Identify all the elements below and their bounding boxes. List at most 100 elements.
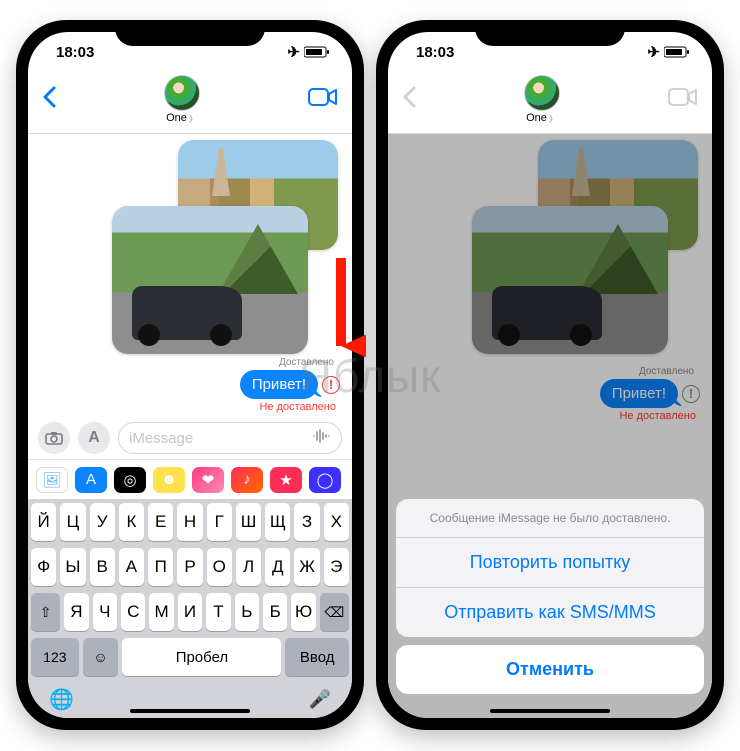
key-Я[interactable]: Я <box>64 593 88 631</box>
nav-bar: One 〉 <box>388 72 712 134</box>
key-У[interactable]: У <box>90 503 115 541</box>
status-time: 18:03 <box>416 44 454 61</box>
airplane-icon: ✈ <box>287 43 300 61</box>
delete-key[interactable]: ⌫ <box>320 593 349 631</box>
back-button[interactable] <box>42 86 56 113</box>
action-sheet: Сообщение iMessage не было доставлено. П… <box>388 499 712 718</box>
sent-photos[interactable] <box>128 140 338 351</box>
key-Н[interactable]: Н <box>177 503 202 541</box>
key-Э[interactable]: Э <box>324 548 349 586</box>
app-icon-1[interactable]: A <box>75 467 107 493</box>
facetime-button[interactable] <box>308 87 338 112</box>
key-Ч[interactable]: Ч <box>93 593 117 631</box>
app-icon-6[interactable]: ★ <box>270 467 302 493</box>
chevron-right-icon: 〉 <box>549 112 558 125</box>
key-Щ[interactable]: Щ <box>265 503 290 541</box>
notch <box>115 20 265 46</box>
contact-header[interactable]: One 〉 <box>56 75 308 125</box>
sheet-message: Сообщение iMessage не было доставлено. <box>396 499 704 538</box>
phone-right: 18:03 ✈ One 〉 <box>376 20 724 730</box>
status-icons: ✈ <box>287 43 330 61</box>
enter-key[interactable]: Ввод <box>285 638 349 676</box>
key-Е[interactable]: Е <box>148 503 173 541</box>
key-О[interactable]: О <box>207 548 232 586</box>
key-Г[interactable]: Г <box>207 503 232 541</box>
home-indicator[interactable] <box>130 709 250 713</box>
dictate-key[interactable]: 🎤 <box>309 689 331 710</box>
key-Р[interactable]: Р <box>177 548 202 586</box>
key-В[interactable]: В <box>90 548 115 586</box>
key-И[interactable]: И <box>178 593 202 631</box>
app-icon-5[interactable]: ♪ <box>231 467 263 493</box>
avatar <box>524 75 560 111</box>
message-placeholder: iMessage <box>129 430 193 447</box>
camera-button[interactable] <box>38 422 70 454</box>
key-Ж[interactable]: Ж <box>294 548 319 586</box>
app-icon-7[interactable]: ◯ <box>309 467 341 493</box>
key-С[interactable]: С <box>121 593 145 631</box>
retry-button[interactable]: Повторить попытку <box>396 538 704 588</box>
app-icon-2[interactable]: ◎ <box>114 467 146 493</box>
contact-name-label: One <box>166 112 187 124</box>
key-Д[interactable]: Д <box>265 548 290 586</box>
space-key[interactable]: Пробел <box>122 638 281 676</box>
photo-attachment-2[interactable] <box>112 206 308 354</box>
cancel-button[interactable]: Отменить <box>396 645 704 694</box>
chevron-right-icon: 〉 <box>189 112 198 125</box>
video-icon <box>308 87 338 107</box>
not-delivered-status: Не доставлено <box>259 401 336 413</box>
battery-icon <box>304 46 330 58</box>
key-Ю[interactable]: Ю <box>291 593 315 631</box>
message-input[interactable]: iMessage <box>118 422 342 454</box>
numbers-key[interactable]: 123 <box>31 638 79 676</box>
chat-area[interactable]: Доставлено Привет! ! Не доставлено <box>28 134 352 417</box>
app-icon-4[interactable]: ❤ <box>192 467 224 493</box>
key-К[interactable]: К <box>119 503 144 541</box>
key-Х[interactable]: Х <box>324 503 349 541</box>
emoji-key[interactable]: ☺ <box>83 638 119 676</box>
keyboard-bottom: 🌐 🎤 <box>31 683 349 712</box>
nav-bar: One 〉 <box>28 72 352 134</box>
home-indicator[interactable] <box>490 709 610 713</box>
delivery-failed-icon[interactable]: ! <box>322 376 340 394</box>
key-П[interactable]: П <box>148 548 173 586</box>
key-Й[interactable]: Й <box>31 503 56 541</box>
app-icon-0[interactable]: 🖼 <box>36 467 68 493</box>
appstore-button[interactable]: A <box>78 422 110 454</box>
contact-name-label: One <box>526 112 547 124</box>
status-icons: ✈ <box>647 43 690 61</box>
keyboard[interactable]: ЙЦУКЕНГШЩЗХ ФЫВАПРОЛДЖЭ ⇧ЯЧСМИТЬБЮ⌫ 123 … <box>28 499 352 718</box>
annotation-arrow <box>316 250 366 370</box>
screen-left: 18:03 ✈ One 〉 <box>28 32 352 718</box>
send-as-sms-button[interactable]: Отправить как SMS/MMS <box>396 588 704 637</box>
key-А[interactable]: А <box>119 548 144 586</box>
key-М[interactable]: М <box>149 593 173 631</box>
avatar <box>164 75 200 111</box>
globe-key[interactable]: 🌐 <box>49 687 74 712</box>
phone-left: 18:03 ✈ One 〉 <box>16 20 364 730</box>
key-Ы[interactable]: Ы <box>60 548 85 586</box>
back-button[interactable] <box>402 86 416 113</box>
message-bubble[interactable]: Привет! <box>240 370 318 399</box>
notch <box>475 20 625 46</box>
key-Л[interactable]: Л <box>236 548 261 586</box>
appstore-icon: A <box>88 429 100 447</box>
chevron-left-icon <box>42 86 56 108</box>
message-row: Привет! ! <box>240 370 340 399</box>
camera-icon <box>45 431 63 445</box>
key-Ь[interactable]: Ь <box>235 593 259 631</box>
audio-msg-icon[interactable] <box>311 426 331 450</box>
screen-right: 18:03 ✈ One 〉 <box>388 32 712 718</box>
key-Ф[interactable]: Ф <box>31 548 56 586</box>
key-Ш[interactable]: Ш <box>236 503 261 541</box>
app-icon-3[interactable]: ☻ <box>153 467 185 493</box>
airplane-icon: ✈ <box>647 43 660 61</box>
key-З[interactable]: З <box>294 503 319 541</box>
key-Т[interactable]: Т <box>206 593 230 631</box>
app-strip[interactable]: 🖼 A ◎ ☻ ❤ ♪ ★ ◯ <box>28 459 352 499</box>
compose-bar: A iMessage <box>28 417 352 459</box>
contact-header: One 〉 <box>416 75 668 125</box>
key-Б[interactable]: Б <box>263 593 287 631</box>
shift-key[interactable]: ⇧ <box>31 593 60 631</box>
key-Ц[interactable]: Ц <box>60 503 85 541</box>
